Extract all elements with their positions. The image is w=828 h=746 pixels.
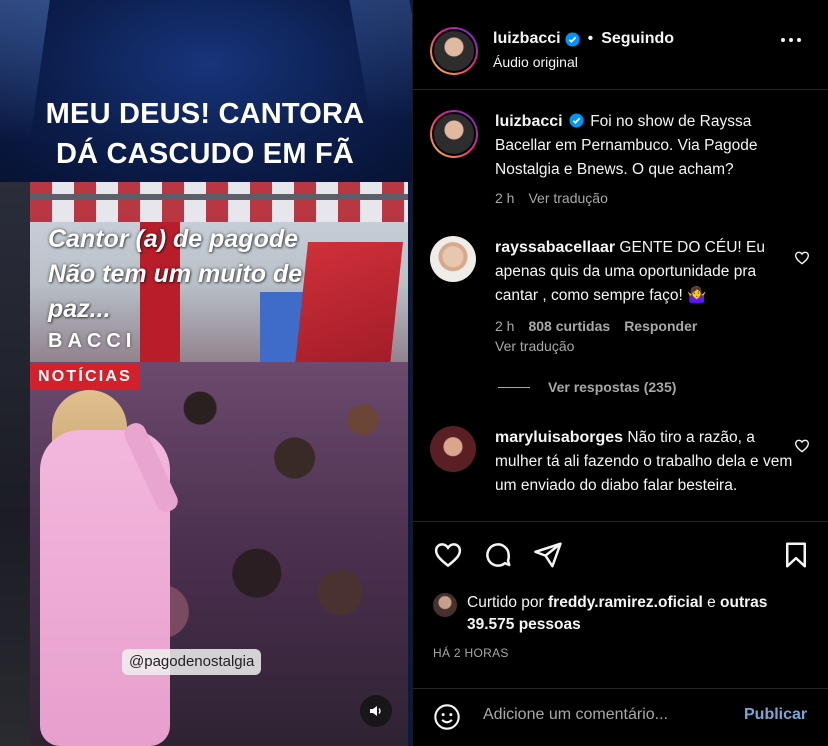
comment-time[interactable]: 2 h (495, 318, 514, 334)
media-headline: MEU DEUS! CANTORA DÁ CASCUDO EM FÃ (0, 94, 410, 174)
post-timestamp[interactable]: HÁ 2 HORAS (433, 646, 509, 660)
commenter-avatar[interactable] (430, 236, 476, 282)
share-icon[interactable] (533, 540, 563, 570)
sound-toggle-button[interactable] (360, 695, 392, 727)
overlay-line: Cantor (a) de pagode (48, 225, 299, 253)
headline-line: MEU DEUS! CANTORA (45, 98, 365, 130)
author-line: luizbacci • Seguindo (493, 30, 674, 48)
video-overlay-text: Cantor (a) de pagode Não tem um muito de… (48, 222, 388, 327)
comment-composer: Adicione um comentário... Publicar (413, 688, 828, 746)
caption-username[interactable]: luizbacci (495, 113, 563, 130)
audio-link[interactable]: Áudio original (493, 54, 578, 70)
separator-dot: • (587, 30, 594, 47)
see-translation-link[interactable]: Ver tradução (495, 338, 574, 354)
brand-logo-top: BACCI (48, 330, 137, 352)
video-scene-edge (0, 182, 30, 746)
post-actions-bar (413, 536, 828, 576)
author-username[interactable]: luizbacci (493, 30, 561, 48)
comments-scroll[interactable]: luizbacci Foi no show de Rayssa Bacellar… (413, 90, 828, 522)
comment-meta: 2 h 808 curtidas Responder (495, 318, 697, 334)
reply-button[interactable]: Responder (624, 318, 697, 334)
author-avatar[interactable] (430, 27, 478, 75)
verified-badge-icon (569, 113, 584, 128)
comment-username[interactable]: rayssabacellaar (495, 239, 615, 256)
caption-meta: 2 h Ver tradução (495, 190, 608, 206)
comment-input[interactable]: Adicione um comentário... (483, 706, 668, 724)
brand-logo-bottom: NOTÍCIAS (30, 364, 141, 390)
stage-canopy (30, 182, 408, 222)
comment-username[interactable]: maryluisaborges (495, 429, 623, 446)
comment-text-block: rayssabacellaar GENTE DO CÉU! Eu apenas … (495, 236, 795, 308)
post-media[interactable]: MEU DEUS! CANTORA DÁ CASCUDO EM FÃ Canto… (0, 0, 413, 746)
more-options-icon[interactable] (781, 38, 801, 42)
emoji-icon[interactable] (433, 703, 461, 731)
headline-line: DÁ CASCUDO EM FÃ (55, 138, 355, 170)
liker-avatar[interactable] (433, 593, 457, 617)
caption-text-block: luizbacci Foi no show de Rayssa Bacellar… (495, 110, 795, 182)
replies-line (498, 386, 530, 388)
following-button[interactable]: Seguindo (601, 30, 674, 48)
see-translation-link[interactable]: Ver tradução (528, 190, 607, 206)
likes-prefix: Curtido por (467, 594, 544, 611)
commenter-avatar[interactable] (430, 426, 476, 472)
like-heart-icon[interactable] (433, 540, 463, 570)
comment-translate: Ver tradução (495, 338, 574, 354)
comment-icon[interactable] (483, 540, 513, 570)
save-bookmark-icon[interactable] (781, 540, 811, 570)
comment-text-block: maryluisaborges Não tiro a razão, a mulh… (495, 426, 795, 498)
speaker-icon (370, 706, 381, 716)
like-comment-icon[interactable] (794, 438, 810, 454)
post-side-panel: luizbacci • Seguindo Áudio original luiz… (413, 0, 828, 746)
view-replies-button[interactable]: Ver respostas (235) (498, 379, 676, 395)
comment-like-count[interactable]: 808 curtidas (528, 318, 610, 334)
liker-username[interactable]: freddy.ramirez.oficial (548, 594, 703, 611)
overlay-line: Não tem um muito de (48, 260, 303, 288)
author-avatar[interactable] (430, 110, 478, 158)
caption-time[interactable]: 2 h (495, 190, 514, 206)
likes-conjunction: e (707, 594, 716, 611)
verified-badge-icon (565, 31, 580, 47)
like-comment-icon[interactable] (794, 250, 810, 266)
source-handle-tag: @pagodenostalgia (122, 649, 262, 675)
view-replies-label: Ver respostas (235) (548, 379, 677, 395)
overlay-line: paz... (48, 295, 111, 323)
post-header: luizbacci • Seguindo Áudio original (413, 0, 828, 90)
publish-button[interactable]: Publicar (744, 706, 807, 724)
likes-text: Curtido por freddy.ramirez.oficial e out… (467, 592, 807, 636)
stage-truss (30, 194, 408, 200)
